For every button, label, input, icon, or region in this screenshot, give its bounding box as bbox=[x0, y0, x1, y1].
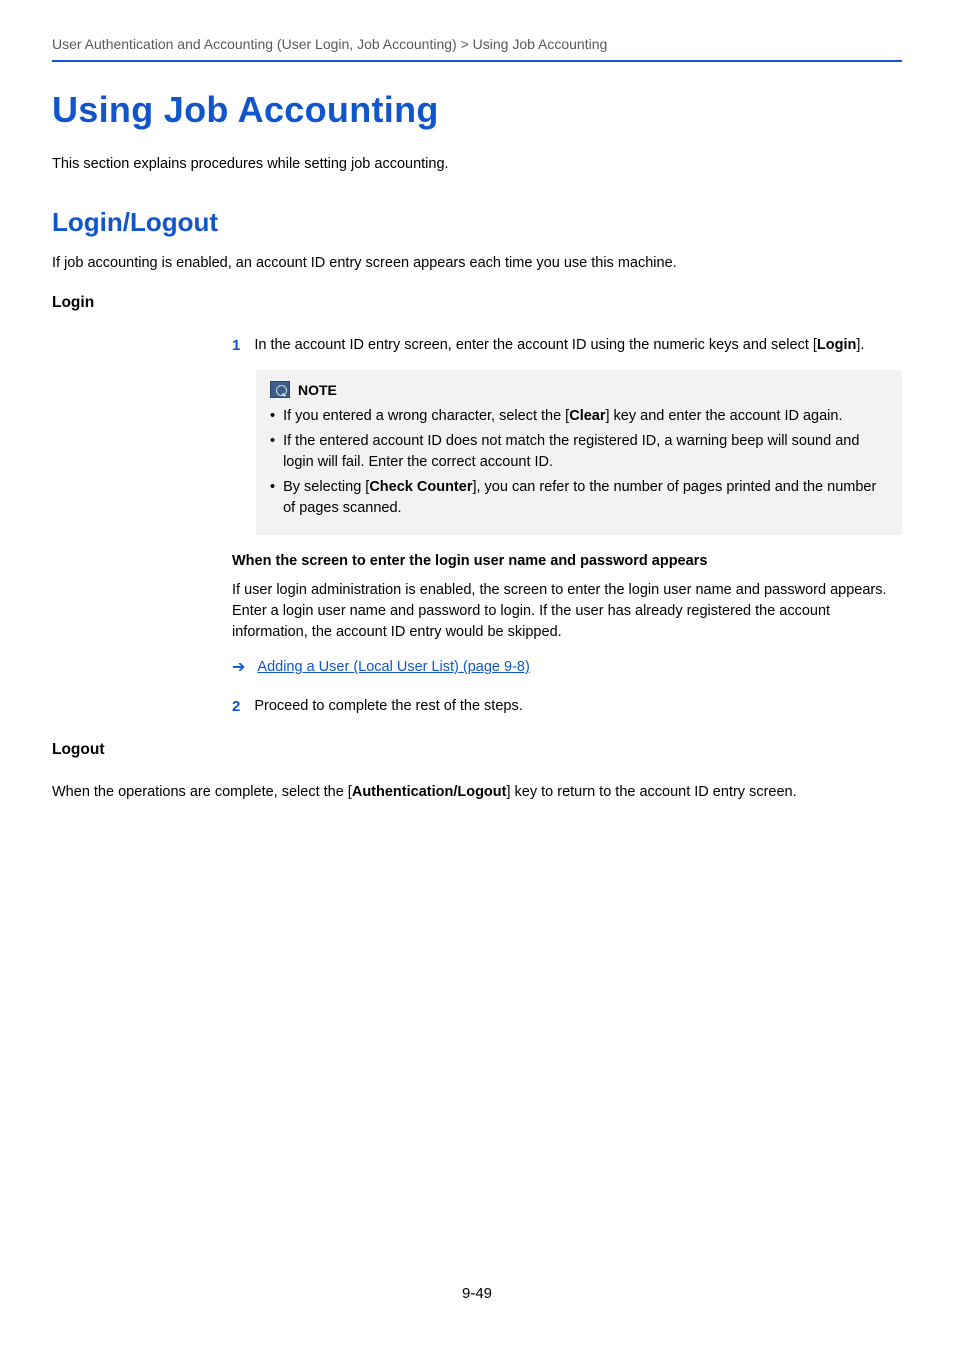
n3b: Check Counter bbox=[369, 479, 472, 495]
bullet-dot: • bbox=[270, 477, 275, 519]
bullet-dot: • bbox=[270, 431, 275, 473]
note-bullet-3: • By selecting [Check Counter], you can … bbox=[270, 477, 888, 519]
step-2: 2 Proceed to complete the rest of the st… bbox=[232, 696, 902, 717]
link-text: Adding a User (Local User List) (page 9-… bbox=[257, 657, 529, 678]
section-title-h2: Login/Logout bbox=[52, 204, 902, 242]
sub-heading: When the screen to enter the login user … bbox=[232, 551, 902, 572]
step1-text-a: In the account ID entry screen, enter th… bbox=[254, 337, 817, 353]
step-body: In the account ID entry screen, enter th… bbox=[254, 335, 902, 356]
logout-heading: Logout bbox=[52, 739, 902, 761]
note-bullet-2: • If the entered account ID does not mat… bbox=[270, 431, 888, 473]
n3a: By selecting [ bbox=[283, 479, 369, 495]
page-number: 9-49 bbox=[52, 1283, 902, 1305]
page-title-h1: Using Job Accounting bbox=[52, 84, 902, 136]
login-heading: Login bbox=[52, 292, 902, 314]
note-label: NOTE bbox=[298, 380, 337, 400]
logout-c: ] key to return to the account ID entry … bbox=[506, 784, 796, 800]
arrow-right-icon: ➔ bbox=[232, 660, 245, 676]
step1-text-c: ]. bbox=[856, 337, 864, 353]
bullet-text: If the entered account ID does not match… bbox=[283, 431, 888, 473]
step-body: Proceed to complete the rest of the step… bbox=[254, 696, 902, 717]
section-intro: If job accounting is enabled, an account… bbox=[52, 253, 902, 274]
note-bullet-1: • If you entered a wrong character, sele… bbox=[270, 406, 888, 427]
breadcrumb: User Authentication and Accounting (User… bbox=[52, 34, 902, 60]
bullet-text: If you entered a wrong character, select… bbox=[283, 406, 842, 427]
note-header: NOTE bbox=[270, 380, 888, 400]
note-icon bbox=[270, 381, 290, 398]
n1c: ] key and enter the account ID again. bbox=[606, 408, 843, 424]
step-number: 1 bbox=[232, 335, 240, 356]
bullet-text: By selecting [Check Counter], you can re… bbox=[283, 477, 888, 519]
logout-a: When the operations are complete, select… bbox=[52, 784, 352, 800]
sub-paragraph: If user login administration is enabled,… bbox=[232, 580, 902, 643]
intro-paragraph: This section explains procedures while s… bbox=[52, 154, 902, 175]
n1b: Clear bbox=[569, 408, 605, 424]
step1-text-b: Login bbox=[817, 337, 856, 353]
logout-paragraph: When the operations are complete, select… bbox=[52, 782, 902, 803]
note-box: NOTE • If you entered a wrong character,… bbox=[256, 370, 902, 535]
n1a: If you entered a wrong character, select… bbox=[283, 408, 569, 424]
step-number: 2 bbox=[232, 696, 240, 717]
logout-b: Authentication/Logout bbox=[352, 784, 507, 800]
bullet-dot: • bbox=[270, 406, 275, 427]
step-1: 1 In the account ID entry screen, enter … bbox=[232, 335, 902, 356]
header-divider bbox=[52, 60, 902, 62]
cross-reference-link[interactable]: ➔ Adding a User (Local User List) (page … bbox=[232, 657, 902, 678]
